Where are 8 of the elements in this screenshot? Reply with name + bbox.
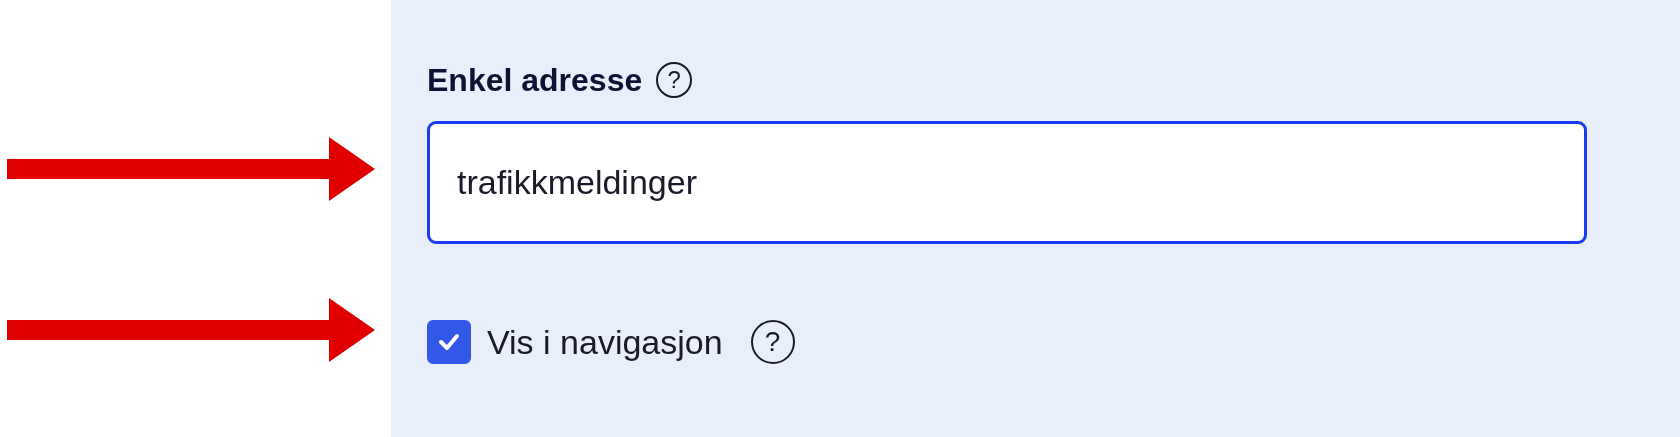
help-icon[interactable]: ? <box>750 320 795 364</box>
arrow-icon <box>7 298 375 362</box>
checkbox-label[interactable]: Vis i navigasjon <box>487 322 723 362</box>
checkbox[interactable] <box>427 320 471 364</box>
address-field[interactable]: trafikkmeldinger <box>427 121 1587 244</box>
field-label: Enkel adresse <box>427 61 643 99</box>
arrow-icon <box>7 137 375 201</box>
help-icon[interactable]: ? <box>656 62 693 98</box>
